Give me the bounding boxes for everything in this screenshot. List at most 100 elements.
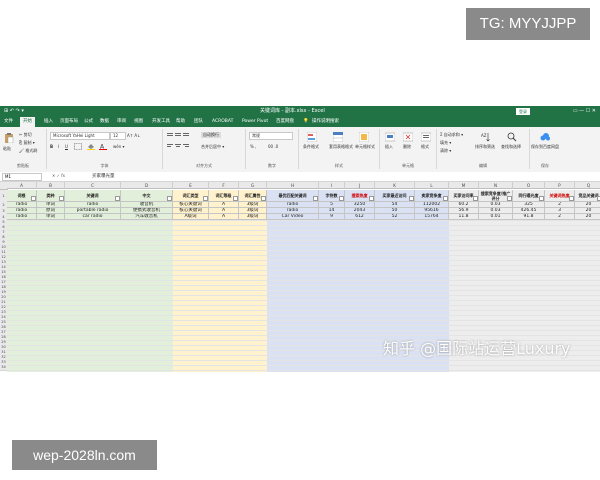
filter-dropdown-icon[interactable] [203, 196, 208, 201]
header-cell[interactable]: 同行曝光度 [513, 190, 545, 202]
formula-input[interactable]: 买家曝光量 [92, 173, 115, 179]
copy-button[interactable]: ⎘ 复制 ▾ [19, 140, 35, 146]
filter-dropdown-icon[interactable] [167, 196, 172, 201]
tab-power-pivot[interactable]: Power Pivot [242, 117, 268, 127]
table-cell[interactable]: A [209, 214, 239, 220]
column-header-n[interactable]: N [479, 182, 513, 189]
table-cell[interactable]: 20 [575, 214, 600, 220]
window-controls[interactable]: ▭ — ☐ ✕ [573, 106, 596, 117]
tab-acrobat[interactable]: ACROBAT [212, 117, 233, 127]
table-cell[interactable]: 91.8 [513, 214, 545, 220]
table-cell[interactable]: 11.8 [449, 214, 479, 220]
filter-dropdown-icon[interactable] [473, 196, 478, 201]
number-format-select[interactable]: 常规 [249, 132, 293, 140]
table-cell[interactable]: A级词 [173, 214, 209, 220]
column-header-k[interactable]: K [375, 182, 415, 189]
column-header-d[interactable]: D [121, 182, 173, 189]
row-header[interactable]: 34 [0, 365, 7, 371]
tab-data[interactable]: 数据 [100, 117, 109, 127]
filter-dropdown-icon[interactable] [339, 196, 344, 201]
filter-dropdown-icon[interactable] [115, 196, 120, 201]
filter-dropdown-icon[interactable] [409, 196, 414, 201]
format-as-table-button[interactable]: 套用表格格式 [329, 144, 353, 150]
header-cell[interactable]: 词汇等级 [209, 190, 239, 202]
format-painter-button[interactable]: 🖌 格式刷 [19, 148, 37, 154]
header-cell[interactable]: 词根 [7, 190, 37, 202]
tab-view[interactable]: 视图 [134, 117, 143, 127]
name-box[interactable]: M1 [2, 173, 42, 181]
login-button[interactable]: 登录 [516, 108, 530, 115]
fill-color-icon[interactable] [87, 143, 95, 150]
tab-help[interactable]: 帮助 [176, 117, 185, 127]
filter-dropdown-icon[interactable] [261, 196, 266, 201]
column-header-e[interactable]: E [173, 182, 209, 189]
column-header-h[interactable]: H [267, 182, 319, 189]
save-to-baidu-button[interactable]: 保存到百度网盘 [531, 144, 559, 150]
header-cell[interactable]: 中文 [121, 190, 173, 202]
table-cell[interactable]: 15764 [415, 214, 449, 220]
header-cell[interactable]: 最优匹配关键词 [267, 190, 319, 202]
filter-dropdown-icon[interactable] [59, 196, 64, 201]
font-grow-shrink-buttons[interactable]: A↑ A↓ [127, 133, 140, 138]
delete-button[interactable]: 删除 [403, 144, 411, 150]
filter-dropdown-icon[interactable] [31, 196, 36, 201]
formula-controls[interactable]: ✕ ✓ fx [52, 173, 65, 178]
font-color-icon[interactable]: A [99, 143, 107, 150]
sort-filter-button[interactable]: 排序和筛选 [475, 144, 495, 150]
font-size-select[interactable]: 12 [110, 132, 126, 140]
column-header-i[interactable]: I [319, 182, 345, 189]
alignment-icons[interactable] [167, 132, 201, 152]
merge-center-button[interactable]: 合并后居中 ▾ [201, 144, 224, 150]
clear-button[interactable]: 清除 ▾ [440, 148, 451, 154]
tab-team[interactable]: 团队 [194, 117, 203, 127]
bold-button[interactable]: B [50, 144, 53, 149]
underline-button[interactable]: U [65, 144, 68, 149]
column-header-b[interactable]: B [37, 182, 65, 189]
header-cell[interactable]: 买家最近访问 [375, 190, 415, 202]
percent-comma-buttons[interactable]: % , [250, 144, 256, 149]
header-cell[interactable]: 搜索热度 [345, 190, 375, 202]
insert-button[interactable]: 插入 [385, 144, 393, 150]
column-header-j[interactable]: J [345, 182, 375, 189]
quick-access-toolbar[interactable]: ⊞ ↶ ↷ ▾ [4, 106, 24, 117]
table-cell[interactable]: 3级词 [239, 214, 267, 220]
filter-dropdown-icon[interactable] [443, 196, 448, 201]
fill-button[interactable]: 填充 ▾ [440, 140, 451, 146]
header-cell[interactable]: 词汇类型 [173, 190, 209, 202]
table-cell[interactable]: car radio [65, 214, 121, 220]
table-cell[interactable]: 9 [319, 214, 345, 220]
cell-styles-button[interactable]: 单元格样式 [355, 144, 375, 150]
header-cell[interactable]: 关键词 [65, 190, 121, 202]
header-cell[interactable]: 类种 [37, 190, 65, 202]
header-cell[interactable]: 买家访问率 [449, 190, 479, 202]
autosum-button[interactable]: Σ 自动求和 ▾ [440, 132, 463, 138]
filter-dropdown-icon[interactable] [313, 196, 318, 201]
filter-dropdown-icon[interactable] [539, 196, 544, 201]
italic-button[interactable]: I [58, 144, 59, 149]
table-cell[interactable]: 2 [545, 214, 575, 220]
tab-review[interactable]: 审阅 [117, 117, 126, 127]
table-cell[interactable]: radio [7, 214, 37, 220]
column-header-m[interactable]: M [449, 182, 479, 189]
header-cell[interactable]: 关键词热度 [545, 190, 575, 202]
column-header-g[interactable]: G [239, 182, 267, 189]
table-cell[interactable]: 汽车收音机 [121, 214, 173, 220]
header-cell[interactable]: 卖家竞争度 [415, 190, 449, 202]
find-select-button[interactable]: 查找和选择 [501, 144, 521, 150]
tell-me-search[interactable]: 操作说明搜索 [312, 117, 339, 127]
column-header-a[interactable]: A [7, 182, 37, 189]
header-cell[interactable]: 词汇属性 [239, 190, 267, 202]
table-cell[interactable]: Car Video [267, 214, 319, 220]
column-header-p[interactable]: P [545, 182, 575, 189]
filter-dropdown-icon[interactable] [233, 196, 238, 201]
tab-developer[interactable]: 开发工具 [152, 117, 170, 127]
wrap-text-button[interactable]: 自动换行 [201, 132, 221, 138]
table-cell[interactable]: 612 [345, 214, 375, 220]
phonetic-button[interactable]: wén ▾ [113, 144, 125, 149]
tab-formulas[interactable]: 公式 [84, 117, 93, 127]
paste-button[interactable]: 粘贴 [3, 146, 11, 152]
column-header-o[interactable]: O [513, 182, 545, 189]
format-button[interactable]: 格式 [421, 144, 429, 150]
column-header-c[interactable]: C [65, 182, 121, 189]
table-cell[interactable]: 52 [375, 214, 415, 220]
